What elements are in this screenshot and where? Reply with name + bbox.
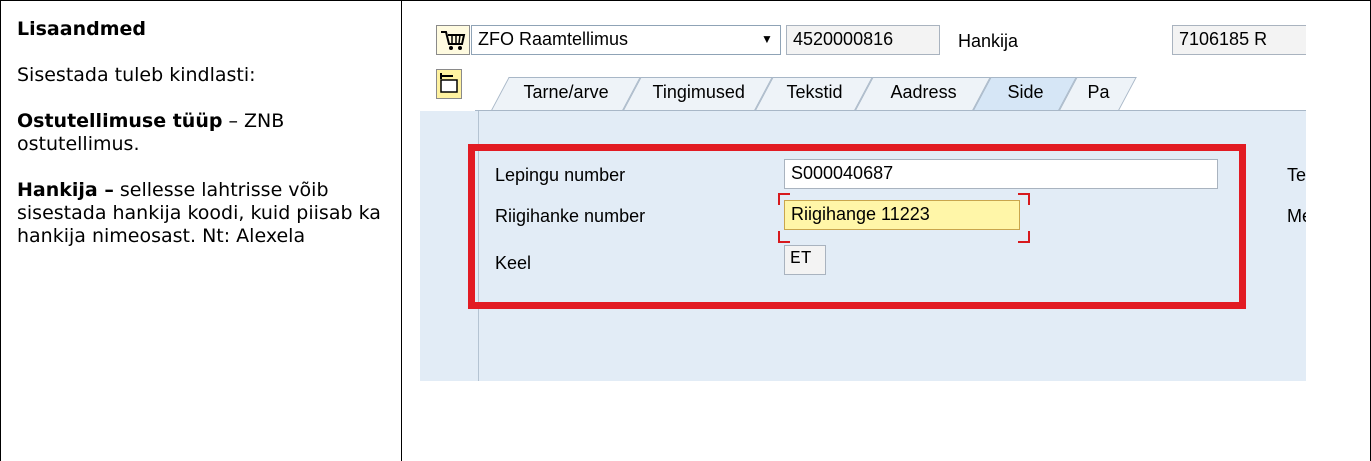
tab-tekstid[interactable]: Tekstid: [755, 77, 873, 110]
tab-bar: Tarne/arve Tingimused Tekstid Aadress Si…: [420, 77, 1306, 111]
sap-screenshot: ZFO Raamtellimus ▼ 4520000816 Hankija 71…: [420, 19, 1306, 381]
table-border-left: [0, 0, 1, 461]
vendor-header-label: Hankija: [958, 31, 1019, 51]
tab-aadress[interactable]: Aadress: [855, 77, 991, 110]
vendor-label: Hankija –: [17, 179, 114, 201]
order-type-paragraph: Ostutellimuse tüüp – ZNB ostutellimus.: [17, 110, 387, 156]
po-number-value: 4520000816: [793, 29, 894, 49]
po-number-field[interactable]: 4520000816: [786, 25, 940, 55]
tab-underline: [475, 110, 1306, 111]
order-type-label: Ostutellimuse tüüp: [17, 110, 223, 132]
document-type-value: ZFO Raamtellimus: [478, 29, 629, 49]
shopping-cart-icon[interactable]: [436, 25, 470, 55]
right-field-label: Te: [1287, 165, 1306, 185]
table-column-divider: [401, 0, 402, 461]
right-field-label: Me: [1287, 206, 1306, 226]
highlight-box: [468, 144, 1246, 309]
vendor-header-value: 7106185 R: [1179, 29, 1268, 49]
tab-tingimused[interactable]: Tingimused: [623, 77, 773, 110]
vendor-paragraph: Hankija – sellesse lahtrisse võib sisest…: [17, 179, 387, 248]
tab-tarne-arve[interactable]: Tarne/arve: [491, 77, 641, 110]
chevron-down-icon[interactable]: ▼: [761, 32, 773, 46]
table-border-top: [0, 0, 1371, 1]
document-type-dropdown[interactable]: ZFO Raamtellimus: [471, 25, 781, 55]
instructions-text: Lisaandmed Sisestada tuleb kindlasti: Os…: [17, 18, 387, 248]
section-heading: Lisaandmed: [17, 18, 146, 40]
intro-text: Sisestada tuleb kindlasti:: [17, 64, 256, 86]
vendor-header-field[interactable]: 7106185 R: [1172, 25, 1306, 55]
